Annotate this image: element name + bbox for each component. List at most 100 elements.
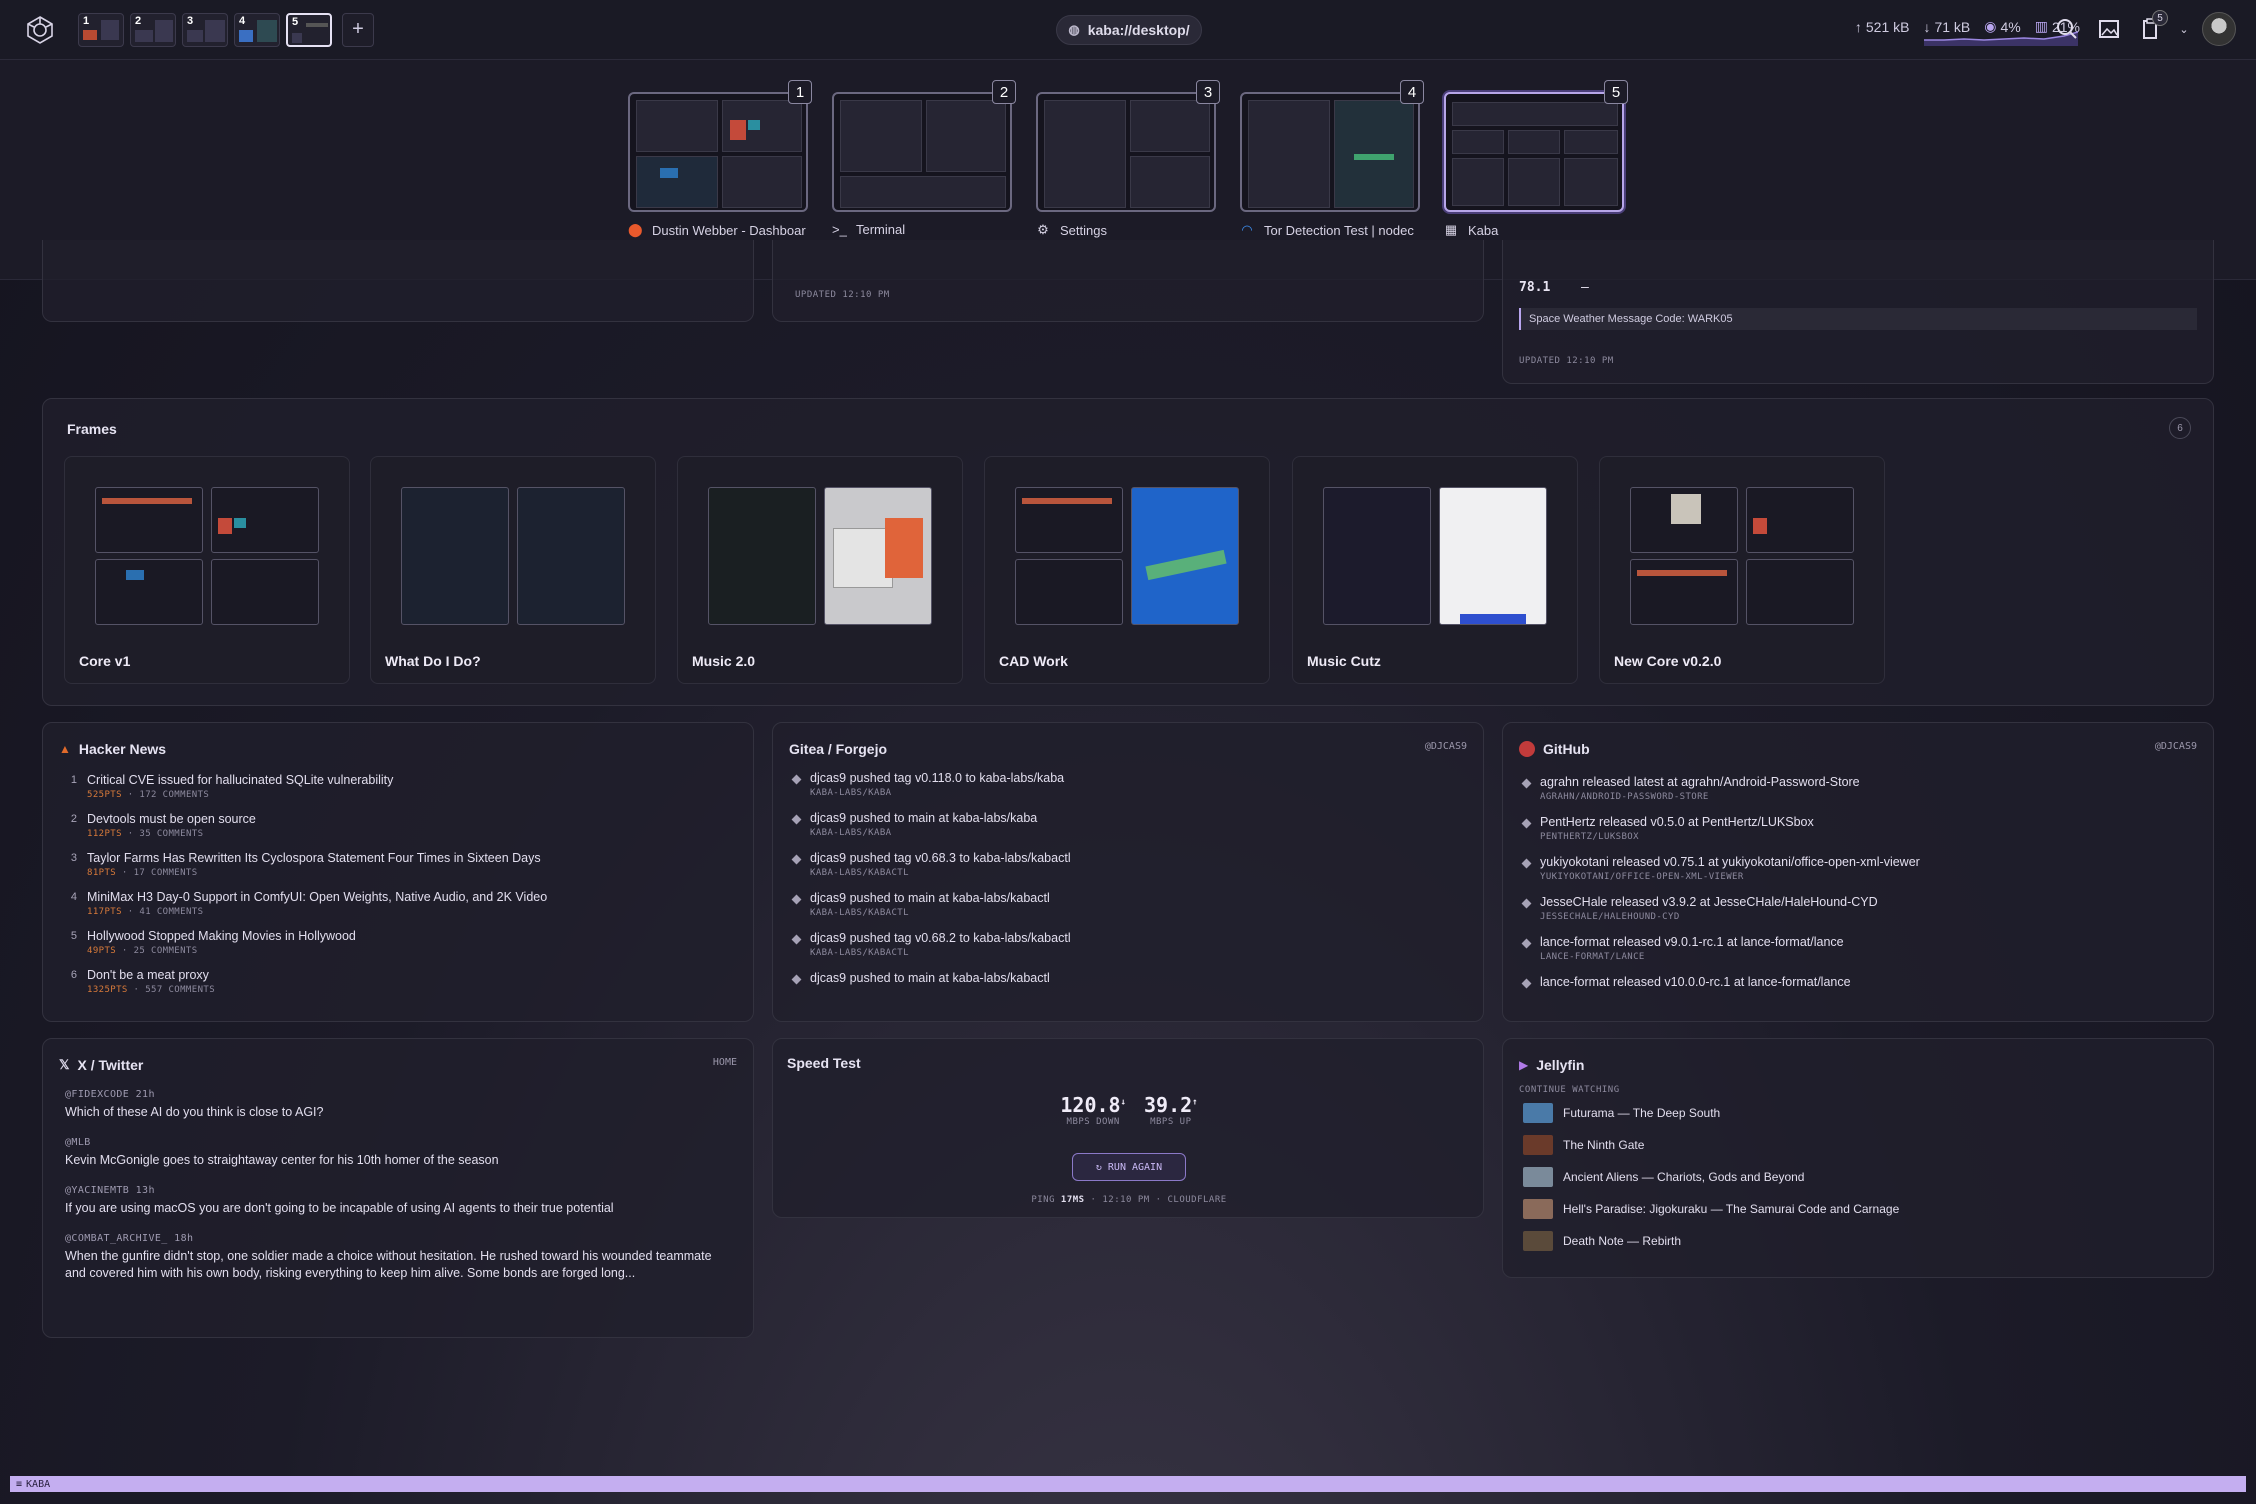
feed-item[interactable]: djcas9 pushed to main at kaba-labs/kaba K… xyxy=(791,811,1465,838)
workspace-tab-2[interactable]: 2 xyxy=(130,12,176,47)
tweet-handle[interactable]: @YACINEMTB xyxy=(65,1185,129,1196)
feed-item[interactable]: agrahn released latest at agrahn/Android… xyxy=(1521,775,2195,802)
hn-story-title[interactable]: Don't be a meat proxy xyxy=(87,968,215,982)
clipboard-icon[interactable]: 5 xyxy=(2136,10,2168,44)
hn-story-title[interactable]: Devtools must be open source xyxy=(87,812,256,826)
hn-rank: 5 xyxy=(70,930,77,942)
speed-test-time: 12:10 PM xyxy=(1102,1195,1150,1205)
tweet-handle[interactable]: @COMBAT_ARCHIVE_ xyxy=(65,1233,168,1244)
frame-card[interactable]: Core v1 xyxy=(64,456,350,684)
feed-item[interactable]: lance-format released v10.0.0-rc.1 at la… xyxy=(1521,975,2195,989)
tweet-handle[interactable]: @FIDEXCODE xyxy=(65,1089,129,1100)
hn-comments[interactable]: 557 COMMENTS xyxy=(145,985,215,995)
hn-story-title[interactable]: Hollywood Stopped Making Movies in Holly… xyxy=(87,929,356,943)
feed-item-title[interactable]: djcas9 pushed to main at kaba-labs/kabac… xyxy=(810,971,1050,985)
arrow-up-icon: ↑ xyxy=(1192,1097,1198,1108)
hn-comments[interactable]: 17 COMMENTS xyxy=(134,868,198,878)
upload-stat: 39.2↑ MBPS UP xyxy=(1144,1093,1198,1127)
media-item[interactable]: Hell's Paradise: Jigokuraku — The Samura… xyxy=(1523,1199,2193,1219)
tweet[interactable]: @COMBAT_ARCHIVE_ 18h When the gunfire did… xyxy=(65,1233,735,1282)
feed-item-title[interactable]: djcas9 pushed tag v0.118.0 to kaba-labs/… xyxy=(810,771,1064,785)
workspace-thumbnail[interactable] xyxy=(628,92,808,212)
overview-workspace-2[interactable]: 2 >_ Terminal xyxy=(832,80,1016,237)
hn-story[interactable]: 4 MiniMax H3 Day-0 Support in ComfyUI: Op… xyxy=(65,890,735,917)
overview-workspace-1[interactable]: 1 ⬤ Dustin Webber - Dashboar xyxy=(628,80,812,238)
feed-item[interactable]: djcas9 pushed tag v0.68.2 to kaba-labs/k… xyxy=(791,931,1465,958)
hn-comments[interactable]: 35 COMMENTS xyxy=(139,829,203,839)
hn-story[interactable]: 3 Taylor Farms Has Rewritten Its Cyclospo… xyxy=(65,851,735,878)
feed-item[interactable]: djcas9 pushed tag v0.68.3 to kaba-labs/k… xyxy=(791,851,1465,878)
feed-item-body: JesseCHale released v3.9.2 at JesseCHale… xyxy=(1540,895,1878,922)
feed-item[interactable]: djcas9 pushed to main at kaba-labs/kabac… xyxy=(791,971,1465,985)
media-item[interactable]: Futurama — The Deep South xyxy=(1523,1103,2193,1123)
workspace-tab-5[interactable]: 5 xyxy=(286,12,332,47)
workspace-thumbnail[interactable] xyxy=(1240,92,1420,212)
hn-comments[interactable]: 172 COMMENTS xyxy=(139,790,209,800)
kaba-logo-icon[interactable] xyxy=(20,10,60,50)
feed-item[interactable]: djcas9 pushed to main at kaba-labs/kabac… xyxy=(791,891,1465,918)
search-icon[interactable] xyxy=(2052,14,2082,44)
menu-icon[interactable]: ≡ xyxy=(16,1479,22,1490)
feed-item-title[interactable]: agrahn released latest at agrahn/Android… xyxy=(1540,775,1860,789)
feed-item-title[interactable]: djcas9 pushed to main at kaba-labs/kaba xyxy=(810,811,1037,825)
tweet-handle[interactable]: @MLB xyxy=(65,1137,91,1148)
frame-name: New Core v0.2.0 xyxy=(1614,653,1722,669)
feed-item-title[interactable]: djcas9 pushed tag v0.68.3 to kaba-labs/k… xyxy=(810,851,1071,865)
hn-story[interactable]: 1 Critical CVE issued for hallucinated SQ… xyxy=(65,773,735,800)
frame-card[interactable]: New Core v0.2.0 xyxy=(1599,456,1885,684)
hn-story-title[interactable]: MiniMax H3 Day-0 Support in ComfyUI: Ope… xyxy=(87,890,547,904)
workspace-tab-3[interactable]: 3 xyxy=(182,12,228,47)
feed-item-repo: LANCE-FORMAT/LANCE xyxy=(1540,952,1645,962)
frame-card[interactable]: Music 2.0 xyxy=(677,456,963,684)
hn-story[interactable]: 6 Don't be a meat proxy 1325PTS · 557 COMM… xyxy=(65,968,735,995)
feed-item-title[interactable]: yukiyokotani released v0.75.1 at yukiyok… xyxy=(1540,855,1920,869)
frame-card[interactable]: CAD Work xyxy=(984,456,1270,684)
hn-rank: 3 xyxy=(70,852,77,864)
hn-story-title[interactable]: Critical CVE issued for hallucinated SQL… xyxy=(87,773,393,787)
play-icon: ▶ xyxy=(1519,1058,1529,1072)
hn-story[interactable]: 5 Hollywood Stopped Making Movies in Holl… xyxy=(65,929,735,956)
feed-item-title[interactable]: JesseCHale released v3.9.2 at JesseCHale… xyxy=(1540,895,1878,909)
feed-item-title[interactable]: lance-format released v9.0.1-rc.1 at lan… xyxy=(1540,935,1844,949)
workspace-number: 3 xyxy=(187,14,194,27)
diamond-icon xyxy=(791,774,802,785)
feed-item[interactable]: JesseCHale released v3.9.2 at JesseCHale… xyxy=(1521,895,2195,922)
workspace-tab-4[interactable]: 4 xyxy=(234,12,280,47)
user-avatar[interactable] xyxy=(2202,12,2236,46)
weather-message: Space Weather Message Code: WARK05 xyxy=(1519,308,2197,330)
media-item[interactable]: The Ninth Gate xyxy=(1523,1135,2193,1155)
workspace-tab-1[interactable]: 1 xyxy=(78,12,124,47)
feed-item-title[interactable]: PentHertz released v0.5.0 at PentHertz/L… xyxy=(1540,815,1814,829)
github-card: GitHub @DJCAS9 agrahn released latest at… xyxy=(1502,722,2214,1022)
media-item[interactable]: Death Note — Rebirth xyxy=(1523,1231,2193,1251)
hn-story[interactable]: 2 Devtools must be open source 112PTS · 35… xyxy=(65,812,735,839)
feed-item-title[interactable]: djcas9 pushed tag v0.68.2 to kaba-labs/k… xyxy=(810,931,1071,945)
overview-workspace-3[interactable]: 3 ⚙ Settings xyxy=(1036,80,1220,238)
frame-card[interactable]: Music Cutz xyxy=(1292,456,1578,684)
add-workspace-button[interactable]: + xyxy=(342,12,374,47)
feed-item[interactable]: PentHertz released v0.5.0 at PentHertz/L… xyxy=(1521,815,2195,842)
workspace-thumbnail[interactable] xyxy=(1444,92,1624,212)
run-again-button[interactable]: ↻ RUN AGAIN xyxy=(1072,1153,1186,1181)
feed-item-title[interactable]: lance-format released v10.0.0-rc.1 at la… xyxy=(1540,975,1851,989)
media-item[interactable]: Ancient Aliens — Chariots, Gods and Beyo… xyxy=(1523,1167,2193,1187)
chevron-down-icon[interactable]: ⌄ xyxy=(2178,14,2190,44)
feed-item-title[interactable]: djcas9 pushed to main at kaba-labs/kabac… xyxy=(810,891,1050,905)
frame-card[interactable]: What Do I Do? xyxy=(370,456,656,684)
hn-comments[interactable]: 25 COMMENTS xyxy=(134,946,198,956)
feed-item[interactable]: lance-format released v9.0.1-rc.1 at lan… xyxy=(1521,935,2195,962)
workspace-thumbnail[interactable] xyxy=(832,92,1012,212)
tweet[interactable]: @MLB Kevin McGonigle goes to straightawa… xyxy=(65,1137,735,1169)
tweet[interactable]: @FIDEXCODE 21h Which of these AI do you t… xyxy=(65,1089,735,1121)
overview-workspace-5[interactable]: 5 ▦ Kaba xyxy=(1444,80,1628,238)
feed-item[interactable]: djcas9 pushed tag v0.118.0 to kaba-labs/… xyxy=(791,771,1465,798)
hn-story-title[interactable]: Taylor Farms Has Rewritten Its Cyclospor… xyxy=(87,851,541,865)
tweet[interactable]: @YACINEMTB 13h If you are using macOS you… xyxy=(65,1185,735,1217)
address-pill[interactable]: ◍ kaba://desktop/ xyxy=(1056,15,1202,45)
hn-story-body: Hollywood Stopped Making Movies in Holly… xyxy=(87,929,356,956)
workspace-thumbnail[interactable] xyxy=(1036,92,1216,212)
image-icon[interactable] xyxy=(2094,14,2124,44)
overview-workspace-4[interactable]: 4 ◠ Tor Detection Test | nodec xyxy=(1240,80,1424,238)
hn-comments[interactable]: 41 COMMENTS xyxy=(139,907,203,917)
feed-item[interactable]: yukiyokotani released v0.75.1 at yukiyok… xyxy=(1521,855,2195,882)
